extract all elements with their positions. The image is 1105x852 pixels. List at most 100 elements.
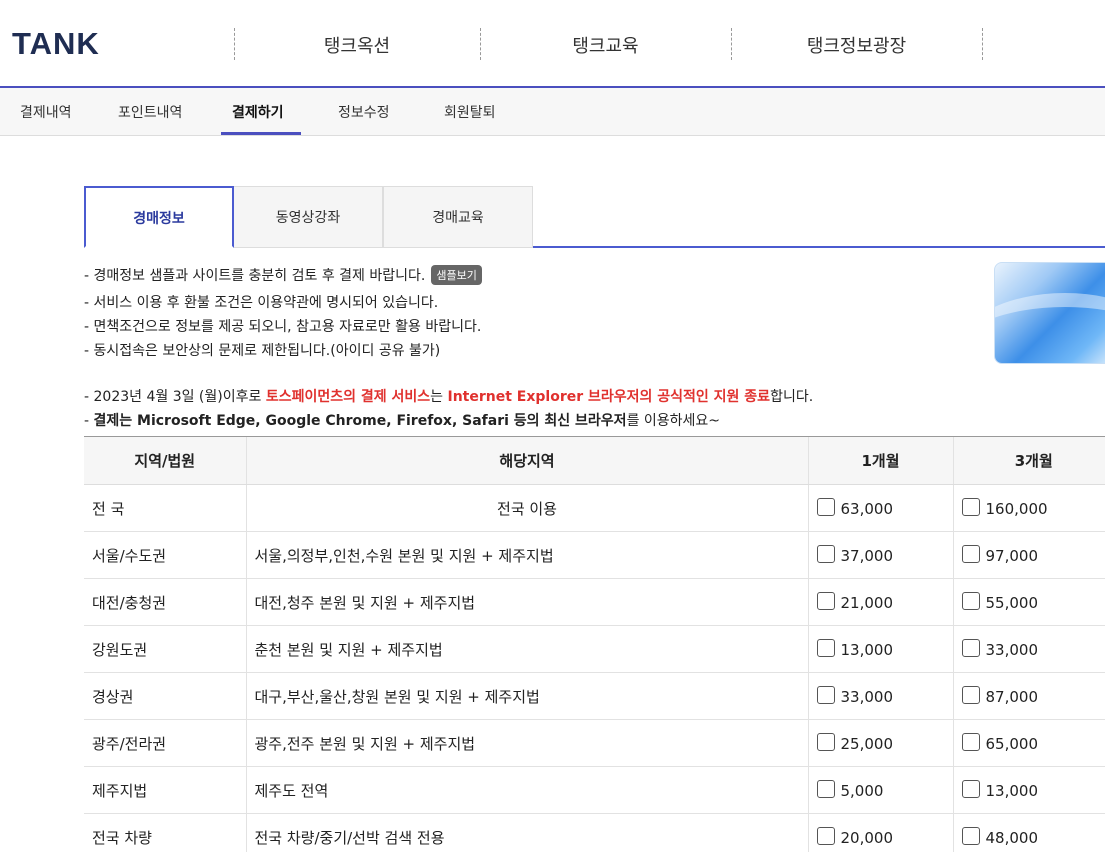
plan-checkbox[interactable]: [816, 498, 835, 516]
plan-checkbox[interactable]: [961, 733, 980, 751]
subnav-active-indicator: [221, 132, 301, 135]
price-value: 55,000: [985, 594, 1039, 612]
price-value: 20,000: [840, 829, 894, 847]
browser-notice-line: - 2023년 4월 3일 (월)이후로 토스페이먼츠의 결제 서비스는 Int…: [84, 386, 813, 406]
area-cell: 대구,부산,울산,창원 본원 및 지원 + 제주지법: [245, 672, 808, 720]
price-value: 33,000: [985, 641, 1039, 659]
header-3-months: 3개월: [952, 436, 1105, 485]
top-header: TANK 탱크옥션 탱크교육 탱크정보광장: [0, 0, 1105, 88]
browser-recommend-line: - 결제는 Microsoft Edge, Google Chrome, Fir…: [84, 410, 720, 430]
area-cell: 춘천 본원 및 지원 + 제주지법: [245, 625, 808, 673]
price-3-months-cell: 13,000: [952, 766, 1105, 814]
product-tabs: 경매정보 동영상강좌 경매교육: [84, 186, 1105, 248]
notice-line: - 면책조건으로 정보를 제공 되오니, 참고용 자료로만 활용 바랍니다.: [84, 319, 482, 335]
subnav-point-history[interactable]: 포인트내역: [118, 102, 182, 122]
cell-text: 제주도 전역: [254, 781, 329, 800]
sample-view-button[interactable]: 샘플보기: [431, 265, 482, 285]
cell-text: 경상권: [92, 687, 134, 706]
region-cell: 전 국: [84, 484, 246, 532]
cell-text: 서울,의정부,인천,수원 본원 및 지원 + 제주지법: [254, 546, 554, 565]
table-row: 전국 차량 전국 차량/중기/선박 검색 전용 20,000 48,000: [84, 813, 1105, 852]
price-3-months-cell: 48,000: [952, 813, 1105, 852]
tab-auction-info[interactable]: 경매정보: [84, 186, 234, 248]
plan-checkbox[interactable]: [816, 733, 835, 751]
nav-item-auction[interactable]: 탱크옥션: [234, 32, 480, 58]
notice-text: 합니다.: [770, 389, 814, 405]
price-3-months-cell: 97,000: [952, 531, 1105, 579]
price-value: 160,000: [985, 500, 1048, 518]
price-1-month-cell: 5,000: [807, 766, 953, 814]
notice-line: - 동시접속은 보안상의 문제로 제한됩니다.(아이디 공유 불가): [84, 343, 441, 359]
notice-text: 는: [430, 389, 448, 405]
price-value: 13,000: [985, 782, 1039, 800]
notice-line: - 서비스 이용 후 환불 조건은 이용약관에 명시되어 있습니다.: [84, 295, 439, 311]
price-value: 97,000: [985, 547, 1039, 565]
plan-checkbox[interactable]: [816, 592, 835, 610]
subnav-make-payment[interactable]: 결제하기: [232, 102, 284, 122]
price-3-months-cell: 33,000: [952, 625, 1105, 673]
price-value: 87,000: [985, 688, 1039, 706]
plan-checkbox[interactable]: [816, 545, 835, 563]
price-value: 37,000: [840, 547, 894, 565]
cell-text: 대전,청주 본원 및 지원 + 제주지법: [254, 593, 476, 612]
plan-checkbox[interactable]: [961, 545, 980, 563]
price-value: 25,000: [840, 735, 894, 753]
nav-divider: [982, 28, 983, 60]
plan-checkbox[interactable]: [816, 686, 835, 704]
plan-checkbox[interactable]: [816, 827, 835, 845]
price-1-month-cell: 25,000: [807, 719, 953, 767]
nav-item-education[interactable]: 탱크교육: [480, 32, 731, 58]
region-cell: 대전/충청권: [84, 578, 246, 626]
notice-text: - 2023년 4월 3일 (월)이후로: [84, 389, 266, 405]
region-cell: 제주지법: [84, 766, 246, 814]
area-cell: 전국 이용: [245, 484, 808, 532]
price-3-months-cell: 160,000: [952, 484, 1105, 532]
price-1-month-cell: 63,000: [807, 484, 953, 532]
table-row: 경상권 대구,부산,울산,창원 본원 및 지원 + 제주지법 33,000 87,00…: [84, 672, 1105, 720]
region-cell: 강원도권: [84, 625, 246, 673]
plan-checkbox[interactable]: [961, 827, 980, 845]
price-1-month-cell: 21,000: [807, 578, 953, 626]
cell-text: 전국 차량/중기/선박 검색 전용: [254, 828, 445, 847]
header-1-month: 1개월: [807, 436, 953, 485]
notice-text: - 경매정보 샘플과 사이트를 충분히 검토 후 결제 바랍니다.: [84, 268, 426, 284]
tab-auction-education[interactable]: 경매교육: [383, 186, 533, 248]
cell-text: 대전/충청권: [92, 593, 167, 612]
area-cell: 전국 차량/중기/선박 검색 전용: [245, 813, 808, 852]
plan-checkbox[interactable]: [961, 686, 980, 704]
plan-checkbox[interactable]: [816, 639, 835, 657]
price-3-months-cell: 87,000: [952, 672, 1105, 720]
table-row: 강원도권 춘천 본원 및 지원 + 제주지법 13,000 33,000: [84, 625, 1105, 673]
price-1-month-cell: 37,000: [807, 531, 953, 579]
area-cell: 제주도 전역: [245, 766, 808, 814]
promo-banner-image[interactable]: [994, 262, 1105, 364]
subnav-edit-info[interactable]: 정보수정: [338, 102, 390, 122]
region-cell: 서울/수도권: [84, 531, 246, 579]
header-region: 지역/법원: [84, 436, 246, 485]
plan-checkbox[interactable]: [961, 592, 980, 610]
plan-checkbox[interactable]: [961, 639, 980, 657]
area-cell: 서울,의정부,인천,수원 본원 및 지원 + 제주지법: [245, 531, 808, 579]
cell-text: 광주/전라권: [92, 734, 167, 753]
price-value: 13,000: [840, 641, 894, 659]
plan-checkbox[interactable]: [961, 780, 980, 798]
cell-text: 광주,전주 본원 및 지원 + 제주지법: [254, 734, 476, 753]
subnav-payment-history[interactable]: 결제내역: [20, 102, 72, 122]
price-table: 지역/법원 해당지역 1개월 3개월 전 국 전국 이용 63,000 160,000…: [84, 436, 1105, 852]
price-1-month-cell: 20,000: [807, 813, 953, 852]
cell-text: 제주지법: [92, 781, 148, 800]
subnav-withdraw[interactable]: 회원탈퇴: [444, 102, 496, 122]
header-area: 해당지역: [245, 436, 808, 485]
table-header-row: 지역/법원 해당지역 1개월 3개월: [84, 436, 1105, 485]
notice-text: -: [84, 413, 94, 429]
notice-line: - 경매정보 샘플과 사이트를 충분히 검토 후 결제 바랍니다. 샘플보기: [84, 265, 482, 285]
site-logo[interactable]: TANK: [12, 26, 100, 62]
cell-text: 전국 이용: [497, 499, 557, 518]
region-cell: 광주/전라권: [84, 719, 246, 767]
tab-video-lectures[interactable]: 동영상강좌: [233, 186, 383, 248]
table-row: 서울/수도권 서울,의정부,인천,수원 본원 및 지원 + 제주지법 37,000 9…: [84, 531, 1105, 579]
price-value: 65,000: [985, 735, 1039, 753]
plan-checkbox[interactable]: [961, 498, 980, 516]
nav-item-info-plaza[interactable]: 탱크정보광장: [731, 32, 982, 58]
plan-checkbox[interactable]: [816, 780, 835, 798]
